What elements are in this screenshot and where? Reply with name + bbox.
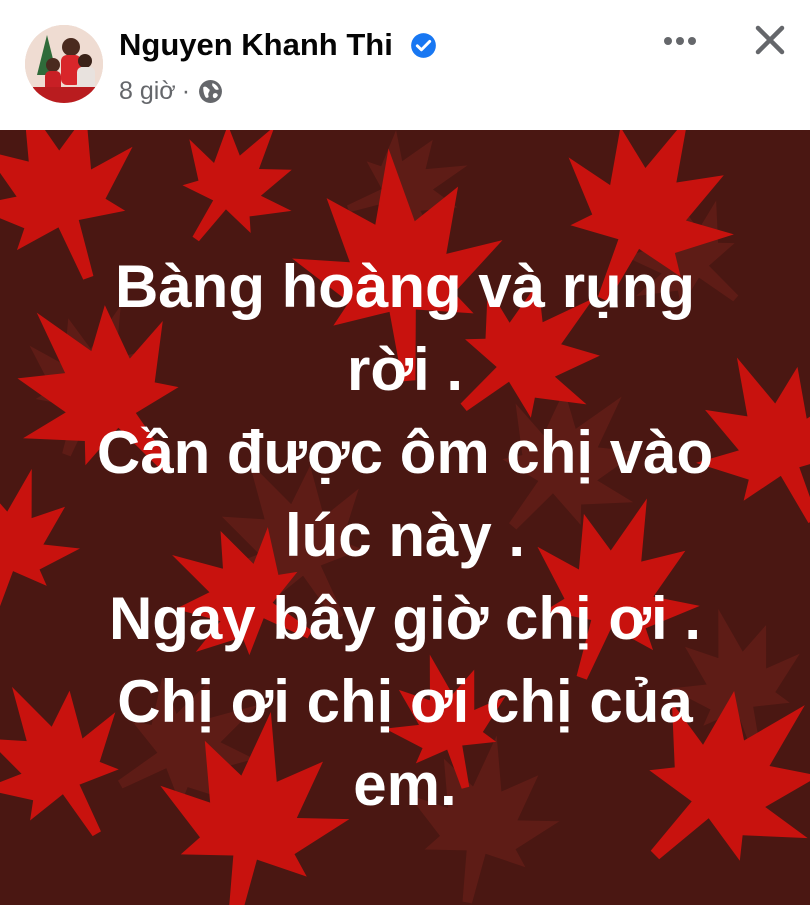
post-timestamp[interactable]: 8 giờ <box>119 77 176 106</box>
post-content[interactable]: Bàng hoàng và rụng rời . Cần được ôm chị… <box>0 130 810 905</box>
verified-badge-icon <box>411 33 436 58</box>
more-options-icon <box>664 37 696 45</box>
globe-icon <box>199 79 222 103</box>
close-button[interactable] <box>748 18 792 62</box>
post-meta: 8 giờ · <box>119 74 223 108</box>
post-text: Bàng hoàng và rụng rời . Cần được ôm chị… <box>96 253 714 818</box>
meta-separator: · <box>181 76 191 105</box>
author-name[interactable]: Nguyen Khanh Thi <box>119 27 393 63</box>
more-options-button[interactable] <box>658 22 702 60</box>
post-header: Nguyen Khanh Thi 8 giờ · <box>0 0 810 130</box>
author-avatar[interactable] <box>25 25 103 103</box>
close-icon <box>755 25 785 55</box>
